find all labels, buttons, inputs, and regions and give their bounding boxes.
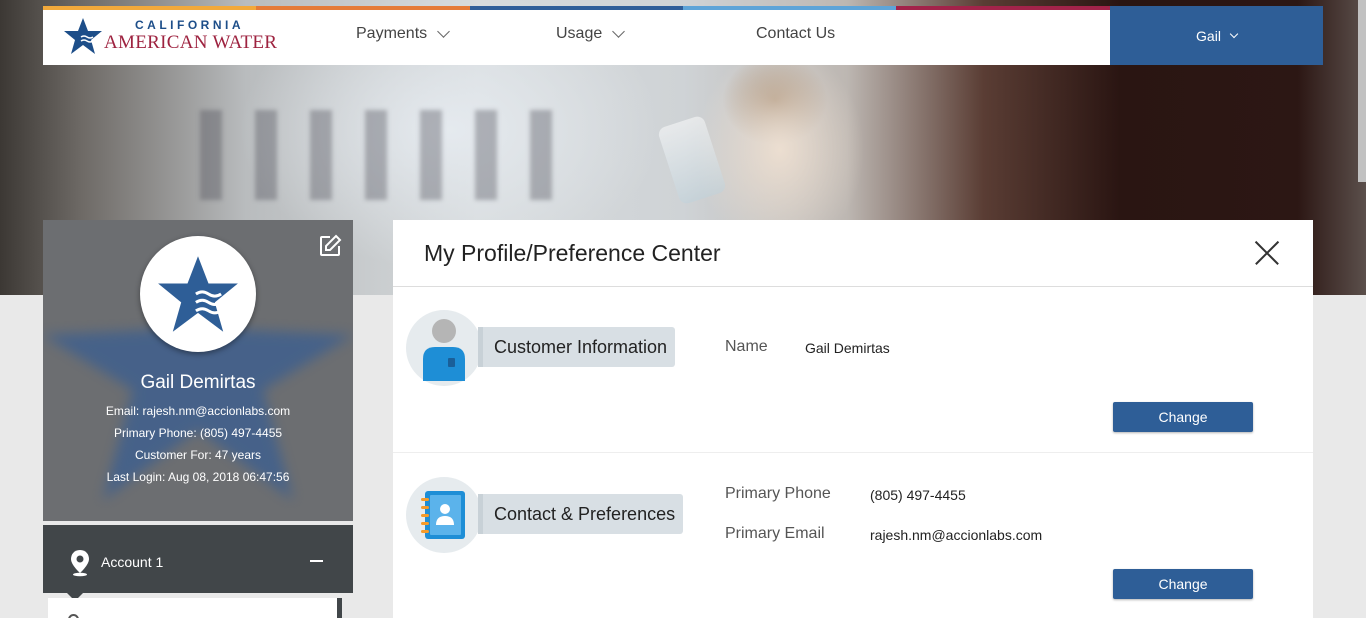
location-icon	[68, 614, 79, 618]
name-value: Gail Demirtas	[805, 340, 890, 356]
chevron-down-icon	[1229, 29, 1239, 38]
close-icon[interactable]	[1255, 241, 1279, 265]
star-logo-icon	[158, 256, 238, 332]
primary-phone-label: Primary Phone	[725, 485, 831, 502]
divider	[393, 452, 1313, 453]
profile-name: Gail Demirtas	[140, 372, 256, 393]
primary-phone-value: (805) 497-4455	[870, 487, 966, 503]
account-selector[interactable]: Account 1	[43, 525, 353, 601]
nav-usage-label: Usage	[556, 25, 603, 42]
change-contact-pref-button[interactable]: Change	[1113, 569, 1253, 599]
stripe-segment	[682, 6, 897, 10]
customer-info-icon-circle	[406, 310, 482, 386]
account-address-card[interactable]	[48, 598, 342, 618]
stripe-segment	[43, 6, 257, 10]
profile-customer-for: Customer For: 47 years	[134, 448, 262, 462]
stripe-segment	[469, 6, 683, 10]
profile-last-login: Last Login: Aug 08, 2018 06:47:56	[106, 470, 290, 484]
avatar	[140, 236, 256, 352]
location-pin-icon	[71, 550, 89, 577]
page-scrollbar[interactable]	[1358, 0, 1366, 182]
name-label: Name	[725, 338, 768, 355]
minus-icon[interactable]	[310, 560, 323, 562]
section-title: Contact & Preferences	[494, 503, 676, 524]
address-book-icon	[421, 491, 465, 539]
section-tab-customer-information: Customer Information	[478, 327, 676, 367]
stripe-segment	[896, 6, 1110, 10]
profile-email: Email: rajesh.nm@accionlabs.com	[105, 404, 291, 418]
primary-email-label: Primary Email	[725, 525, 825, 542]
nav-contact-label: Contact Us	[756, 25, 836, 42]
nav-payments-label: Payments	[356, 25, 428, 42]
chevron-down-icon	[612, 25, 626, 38]
brand-logo[interactable]: CALIFORNIA AMERICAN WATER	[63, 14, 303, 58]
user-menu-label: Gail	[1196, 27, 1221, 44]
panel-title: My Profile/Preference Center	[424, 240, 721, 266]
section-tab-contact-preferences: Contact & Preferences	[478, 494, 684, 534]
user-icon	[423, 319, 465, 381]
brand-line-1: CALIFORNIA	[135, 18, 244, 32]
edit-icon[interactable]	[318, 234, 342, 258]
account-label: Account 1	[101, 554, 164, 570]
stripe-segment	[256, 6, 470, 10]
nav-payments[interactable]: Payments	[356, 25, 451, 43]
nav-usage[interactable]: Usage	[556, 25, 626, 43]
nav-contact-us[interactable]: Contact Us	[756, 25, 835, 43]
hero-decoration	[200, 110, 580, 200]
contact-pref-icon-circle	[406, 477, 482, 553]
hero-glass	[656, 114, 728, 206]
star-logo-icon	[64, 18, 102, 54]
profile-preference-panel: My Profile/Preference Center Customer In…	[393, 220, 1313, 618]
chevron-down-icon	[437, 25, 451, 38]
section-title: Customer Information	[494, 336, 668, 357]
primary-email-value: rajesh.nm@accionlabs.com	[870, 527, 1043, 543]
profile-phone: Primary Phone: (805) 497-4455	[113, 426, 283, 440]
user-menu-button[interactable]: Gail	[1110, 6, 1323, 65]
change-customer-info-button[interactable]: Change	[1113, 402, 1253, 432]
brand-line-2: AMERICAN WATER	[104, 32, 278, 53]
profile-card: Gail Demirtas Email: rajesh.nm@accionlab…	[43, 220, 353, 521]
divider	[393, 286, 1313, 287]
